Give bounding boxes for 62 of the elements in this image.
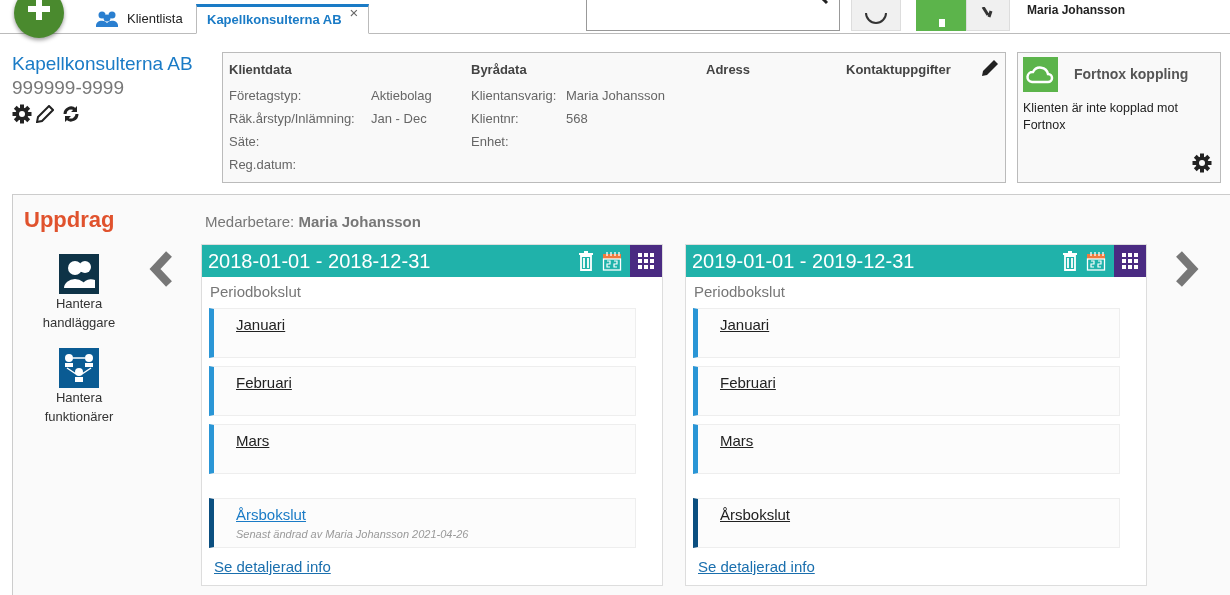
period-title: 2018-01-01 - 2018-12-31	[208, 249, 432, 274]
section-heading: Adress	[706, 61, 752, 79]
action-button[interactable]: Hantera funktionärer	[41, 348, 117, 426]
field-value: Aktiebolag	[371, 86, 432, 105]
month-link[interactable]: Januari	[236, 315, 286, 333]
calendar-icon[interactable]	[602, 251, 622, 271]
details-link[interactable]: Se detaljerad info	[214, 557, 331, 575]
close-button[interactable]: ×	[349, 5, 359, 20]
staff-label: Medarbetare: Maria Johansson	[205, 211, 421, 232]
search-field[interactable]	[586, 0, 840, 31]
details-link[interactable]: Se detaljerad info	[698, 557, 815, 575]
section-heading: Klientdata	[229, 61, 293, 79]
action-button[interactable]: Hantera handläggare	[41, 254, 117, 332]
month-link[interactable]: Februari	[720, 373, 776, 391]
grid-icon	[638, 253, 654, 269]
org-number: 999999-9999	[12, 76, 125, 100]
settings-icon[interactable]	[12, 104, 32, 124]
people-icon	[59, 254, 99, 294]
fortnox-title: Fortnox koppling	[1074, 65, 1189, 84]
section-label: Periodbokslut	[210, 282, 302, 302]
client-name: Kapellkonsulterna AB	[12, 52, 193, 76]
toolbar-button[interactable]	[851, 0, 901, 31]
edit-icon[interactable]	[981, 59, 999, 77]
cloud-icon	[1023, 57, 1058, 92]
field-value: 568	[566, 109, 588, 128]
field-value: Jan - Dec	[371, 109, 427, 128]
trash-icon[interactable]	[1062, 251, 1078, 271]
trash-icon[interactable]	[578, 251, 594, 271]
field-label: Räk.årstyp/Inlämning:	[229, 109, 356, 128]
fortnox-status: Klienten är inte kopplad mot Fortnox	[1022, 100, 1179, 134]
users-icon	[95, 11, 119, 27]
month-link[interactable]: Januari	[720, 315, 770, 333]
field-label: Säte:	[229, 132, 261, 151]
toolbar-button[interactable]	[966, 0, 1010, 31]
calendar-icon[interactable]	[1086, 251, 1106, 271]
edit-note: Senast ändrad av Maria Johansson 2021-04-26	[236, 527, 470, 542]
field-label: Enhet:	[471, 132, 510, 151]
year-end-link[interactable]: Årsbokslut	[720, 505, 791, 523]
section-heading: Kontaktuppgifter	[846, 61, 952, 79]
month-link[interactable]: Mars	[236, 431, 270, 449]
field-value: Maria Johansson	[566, 86, 665, 105]
refresh-icon[interactable]	[62, 105, 80, 123]
field-label: Klientnr:	[471, 109, 520, 128]
tab[interactable]: Kapellkonsulterna AB ×	[196, 4, 370, 34]
edit-icon[interactable]	[36, 105, 54, 123]
section-heading: Byrådata	[471, 61, 528, 79]
settings-icon[interactable]	[1192, 153, 1212, 173]
month-link[interactable]: Mars	[720, 431, 754, 449]
menu-button[interactable]	[630, 245, 662, 277]
year-end-link[interactable]: Årsbokslut	[236, 505, 307, 523]
tab[interactable]: Klientlista	[85, 4, 193, 34]
section-title: Uppdrag	[24, 206, 116, 234]
menu-button[interactable]	[1114, 245, 1146, 277]
grid-icon	[1122, 253, 1138, 269]
field-label: Företagstyp:	[229, 86, 303, 105]
user-name: Maria Johansson	[1027, 2, 1126, 19]
field-label: Reg.datum:	[229, 155, 298, 174]
month-link[interactable]: Februari	[236, 373, 292, 391]
group-icon	[59, 348, 99, 388]
section-label: Periodbokslut	[694, 282, 786, 302]
field-label: Klientansvarig:	[471, 86, 558, 105]
period-title: 2019-01-01 - 2019-12-31	[692, 249, 916, 274]
